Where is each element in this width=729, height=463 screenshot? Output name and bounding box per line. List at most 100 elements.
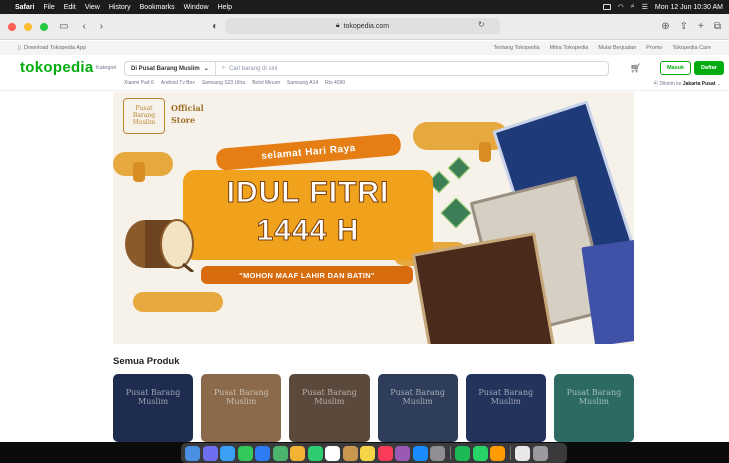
wifi-icon[interactable]: ◠	[618, 3, 624, 11]
store-scope-dropdown[interactable]: Di Pusat Barang Muslim ⌄	[125, 62, 216, 75]
greeting-ribbon: selamat Hari Raya	[215, 132, 402, 172]
menubar-status-area: ◠ ⌕ ☰ Mon 12 Jun 10:30 AM	[602, 3, 723, 11]
tab-overview-icon[interactable]: ⧉	[714, 21, 721, 32]
link-mitra[interactable]: Mitra Tokopedia	[550, 45, 589, 51]
photos-icon[interactable]	[290, 445, 305, 461]
login-button[interactable]: Masuk	[660, 61, 691, 75]
quick-link[interactable]: Botol Minum	[252, 80, 280, 86]
product-image-label: Pusat Barang Muslim	[302, 388, 357, 406]
battery-icon[interactable]	[602, 4, 611, 10]
music-icon[interactable]	[377, 445, 393, 461]
podcasts-icon[interactable]	[395, 445, 410, 461]
quick-link[interactable]: Android Tv Box	[161, 80, 195, 86]
shipping-location[interactable]: ⦿ Dikirim ke Jakarta Pusat ⌄	[653, 80, 721, 87]
ketupat-icon	[440, 197, 472, 229]
search-icon[interactable]: ⌕	[631, 3, 635, 11]
register-button[interactable]: Daftar	[694, 61, 724, 75]
dock-separator	[509, 446, 511, 460]
forward-button[interactable]: ›	[97, 21, 106, 32]
back-button[interactable]: ‹	[79, 21, 88, 32]
address-url: tokopedia.com	[343, 22, 390, 30]
store-logo-line: Muslim	[132, 119, 156, 126]
store-banner[interactable]: Pusat Barang Muslim Official Store selam…	[113, 92, 634, 344]
product-grid: Pusat Barang Muslim Pusat Barang Muslim …	[113, 374, 635, 442]
trash-icon[interactable]	[532, 445, 548, 461]
spotify-icon[interactable]	[455, 445, 470, 461]
menu-app-name[interactable]: Safari	[15, 4, 34, 11]
lantern-icon	[479, 142, 491, 162]
safari-icon[interactable]	[220, 445, 235, 461]
menu-edit[interactable]: Edit	[64, 4, 76, 11]
launchpad-icon[interactable]	[202, 445, 218, 461]
whatsapp-icon[interactable]	[472, 445, 488, 461]
downloads-icon[interactable]: ⊕	[661, 21, 669, 32]
document-icon[interactable]	[515, 445, 530, 461]
maps-icon[interactable]	[272, 445, 288, 461]
menu-help[interactable]: Help	[218, 4, 232, 11]
product-card[interactable]: Pusat Barang Muslim	[377, 374, 458, 442]
top-info-strip: ▯ Download Tokopedia App Tentang Tokoped…	[0, 41, 729, 55]
search-icon: ⌕	[221, 65, 226, 71]
quick-link[interactable]: Xiaomi Pad 6	[124, 80, 154, 86]
minimize-window-button[interactable]	[24, 22, 32, 31]
section-title: Semua Produk	[113, 356, 180, 367]
contacts-icon[interactable]	[342, 445, 358, 461]
dock-separator	[449, 446, 451, 460]
product-image-label: Pusat Barang Muslim	[213, 388, 269, 406]
menubar-clock[interactable]: Mon 12 Jun 10:30 AM	[655, 4, 723, 11]
control-center-icon[interactable]: ☰	[642, 3, 648, 11]
close-window-button[interactable]	[8, 22, 16, 31]
illustrator-icon[interactable]	[490, 445, 505, 461]
search-input[interactable]: ⌕ Cari barang di sini	[216, 65, 278, 72]
link-promo[interactable]: Promo	[646, 45, 662, 51]
toolbar-right-actions: ⊕ ⇪ + ⧉	[661, 21, 721, 32]
lantern-icon	[133, 162, 145, 182]
menu-bookmarks[interactable]: Bookmarks	[140, 4, 175, 11]
privacy-shield-icon[interactable]: ◐	[209, 21, 221, 32]
search-bar[interactable]: Di Pusat Barang Muslim ⌄ ⌕ Cari barang d…	[124, 61, 609, 76]
screen: Safari File Edit View History Bookmarks …	[0, 0, 729, 463]
finder-icon[interactable]	[185, 445, 200, 461]
tokopedia-logo[interactable]: tokopedia	[20, 59, 94, 76]
notes-icon[interactable]	[360, 445, 375, 461]
quick-link[interactable]: Rtx 4090	[325, 80, 345, 86]
cart-icon[interactable]: 🛒︎	[630, 63, 641, 74]
menu-history[interactable]: History	[109, 4, 131, 11]
reload-icon[interactable]: ↻	[475, 20, 488, 29]
menu-window[interactable]: Window	[184, 4, 209, 11]
bedug-drum-icon	[125, 219, 194, 272]
title-line2: 1444 H	[256, 214, 360, 248]
app-store-icon[interactable]	[412, 445, 428, 461]
settings-icon[interactable]	[430, 445, 445, 461]
quick-link[interactable]: Samsung S23 Ultra	[202, 80, 245, 86]
quick-link[interactable]: Samsung A14	[287, 80, 318, 86]
product-image-label: Pusat Barang Muslim	[566, 388, 622, 406]
messages-icon[interactable]	[237, 445, 253, 461]
address-bar[interactable]: 🔒︎ tokopedia.com	[225, 18, 500, 34]
link-mulai-berjualan[interactable]: Mulai Berjualan	[598, 45, 636, 51]
product-card[interactable]: Pusat Barang Muslim	[553, 374, 635, 442]
sidebar-toggle-icon[interactable]: ▭	[56, 21, 71, 32]
mac-menubar: Safari File Edit View History Bookmarks …	[0, 0, 729, 14]
location-pin-icon: ⦿	[653, 81, 659, 87]
share-icon[interactable]: ⇪	[680, 21, 688, 32]
download-app-link[interactable]: Download Tokopedia App	[24, 45, 86, 51]
store-logo-line: Pusat	[135, 105, 153, 112]
product-card[interactable]: Pusat Barang Muslim	[289, 374, 370, 442]
new-tab-icon[interactable]: +	[698, 21, 704, 32]
menu-view[interactable]: View	[85, 4, 100, 11]
chevron-down-icon: ⌄	[203, 66, 209, 72]
product-card[interactable]: Pusat Barang Muslim	[113, 374, 194, 442]
product-card[interactable]: Pusat Barang Muslim	[465, 374, 546, 442]
location-prefix: Dikirim ke	[659, 81, 682, 87]
mail-icon[interactable]	[255, 445, 270, 461]
kategori-menu[interactable]: Kategori	[96, 65, 117, 71]
facetime-icon[interactable]	[307, 445, 323, 461]
product-card[interactable]: Pusat Barang Muslim	[201, 374, 282, 442]
menu-file[interactable]: File	[43, 4, 54, 11]
link-tentang[interactable]: Tentang Tokopedia	[494, 45, 540, 51]
store-logo-line: Barang	[132, 112, 156, 119]
zoom-window-button[interactable]	[40, 22, 48, 31]
calendar-icon[interactable]	[325, 445, 340, 461]
link-care[interactable]: Tokopedia Care	[672, 45, 711, 51]
